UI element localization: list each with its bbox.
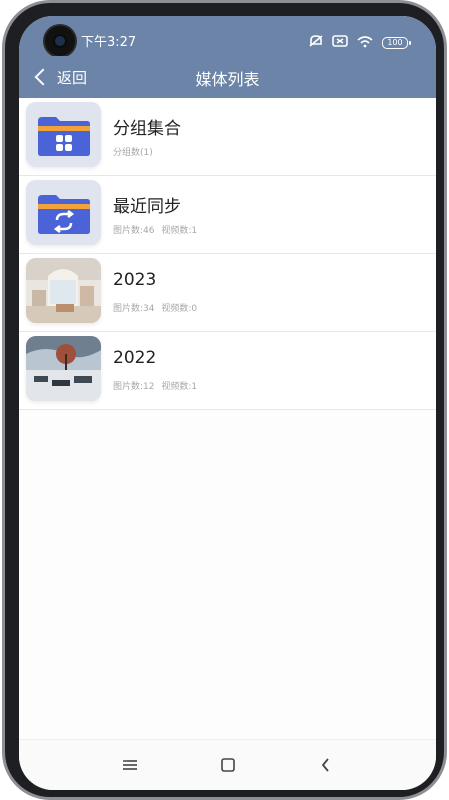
status-icons: 100 (308, 33, 411, 52)
top-navbar: 返回 媒体列表 (19, 56, 436, 98)
item-subtitle: 图片数:34 视频数:0 (113, 301, 197, 314)
item-subtitle: 分组数(1) (113, 145, 153, 158)
video-count: 视频数:0 (161, 304, 198, 314)
photo-count: 图片数:34 (113, 304, 155, 314)
item-subtitle: 图片数:12 视频数:1 (113, 379, 197, 392)
battery-icon: 100 (382, 36, 411, 49)
list-item[interactable]: 最近同步 图片数:46 视频数:1 (19, 176, 436, 254)
item-title: 2022 (113, 348, 157, 368)
menu-icon[interactable] (116, 751, 144, 779)
camera-icon (45, 26, 75, 56)
photo-count: 图片数:12 (113, 382, 155, 392)
screen: 下午3:27 100 返回 媒体列表 分组集合 分组数(1) 最近同步 图片数:… (19, 16, 436, 790)
back-icon[interactable] (312, 751, 340, 779)
page-title: 媒体列表 (195, 70, 260, 89)
video-count: 视频数:1 (161, 382, 198, 392)
sync-folder-icon (26, 180, 101, 245)
list-item[interactable]: 2023 图片数:34 视频数:0 (19, 254, 436, 332)
video-count: 视频数:1 (161, 226, 198, 236)
room-photo-thumbnail (26, 258, 101, 323)
status-bar: 下午3:27 100 (19, 16, 436, 56)
group-folder-icon (26, 102, 101, 167)
wifi-icon (356, 33, 374, 52)
system-nav-bar (19, 739, 436, 790)
list-item[interactable]: 分组集合 分组数(1) (19, 98, 436, 176)
media-list: 分组集合 分组数(1) 最近同步 图片数:46 视频数:1 2023 图片数:3… (19, 98, 436, 410)
landscape-photo-thumbnail (26, 336, 101, 401)
item-title: 2023 (113, 270, 157, 290)
item-title: 分组集合 (113, 119, 181, 139)
list-item[interactable]: 2022 图片数:12 视频数:1 (19, 332, 436, 410)
silent-icon (308, 33, 324, 52)
status-time: 下午3:27 (81, 35, 137, 50)
phone-frame: 下午3:27 100 返回 媒体列表 分组集合 分组数(1) 最近同步 图片数:… (2, 0, 447, 800)
home-icon[interactable] (214, 751, 242, 779)
photo-count: 图片数:46 (113, 226, 155, 236)
sim-off-icon (332, 33, 348, 52)
item-title: 最近同步 (113, 197, 181, 217)
item-subtitle: 图片数:46 视频数:1 (113, 223, 197, 236)
item-count: 分组数(1) (113, 148, 153, 158)
